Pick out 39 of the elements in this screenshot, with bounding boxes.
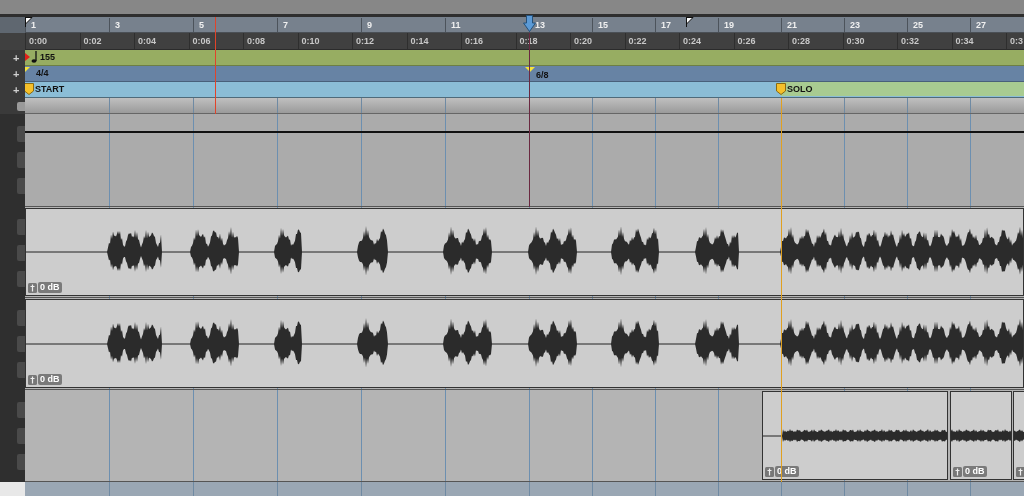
gain-icon[interactable] <box>765 466 774 477</box>
track-button[interactable] <box>17 362 25 378</box>
gain-icon[interactable] <box>28 374 37 385</box>
track-button[interactable] <box>17 454 25 470</box>
playhead-icon[interactable] <box>523 15 536 32</box>
meter-value: 4/4 <box>36 67 49 80</box>
gain-icon[interactable] <box>1016 467 1024 477</box>
automation-line[interactable] <box>25 130 1024 134</box>
marker-label: SOLO <box>787 83 813 96</box>
track-button[interactable] <box>17 271 25 287</box>
track-button[interactable] <box>17 245 25 261</box>
clip-gain: 0 dB <box>38 374 62 385</box>
track-button[interactable] <box>17 102 25 111</box>
waveform-drawing <box>951 427 1011 445</box>
meter-value: 6/8 <box>536 69 549 81</box>
track-button[interactable] <box>17 402 25 418</box>
tempo-marker-icon[interactable] <box>25 51 39 63</box>
track-button[interactable] <box>17 219 25 235</box>
clip-gain: 0 dB <box>38 282 62 293</box>
marker-icon[interactable] <box>776 83 786 95</box>
audio-clip[interactable]: 0 dB <box>950 391 1012 480</box>
track-button[interactable] <box>17 428 25 444</box>
expand-button[interactable]: + <box>13 67 25 81</box>
track-button[interactable] <box>17 336 25 352</box>
gain-icon[interactable] <box>28 282 37 293</box>
track-button[interactable] <box>17 126 25 142</box>
audio-clip[interactable]: 0 dB <box>25 208 1024 296</box>
clip-gain: 0 dB <box>963 466 987 477</box>
flag-icon[interactable] <box>25 17 33 27</box>
tempo-value: 155 <box>40 51 56 64</box>
gain-icon[interactable] <box>953 466 962 477</box>
flag-icon[interactable] <box>685 17 694 27</box>
track-button[interactable] <box>17 178 25 194</box>
expand-button[interactable]: + <box>13 83 25 97</box>
marker-label: START <box>35 83 65 96</box>
track-button[interactable] <box>17 310 25 326</box>
track-button[interactable] <box>17 152 25 168</box>
expand-button[interactable]: + <box>13 51 25 65</box>
audio-clip[interactable]: 0 dB <box>25 299 1024 388</box>
